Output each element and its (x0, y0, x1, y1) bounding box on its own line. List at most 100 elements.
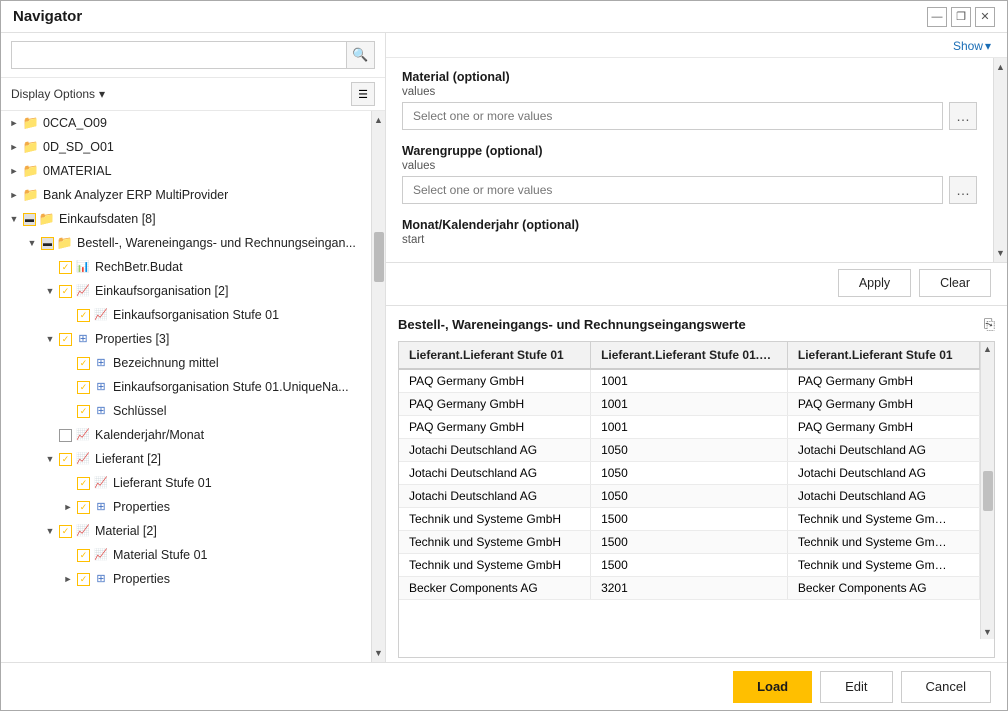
checkbox[interactable]: ✓ (59, 285, 72, 298)
checkbox[interactable]: ✓ (77, 381, 90, 394)
table-scroll-right[interactable]: ▶ (981, 657, 992, 658)
tree-item-properties_material[interactable]: ►✓⊞Properties (1, 567, 371, 591)
checkbox[interactable]: ✓ (77, 477, 90, 490)
main-content: 🔍 Display Options ▾ ☰ ►📁0CCA_O09►📁0D_SD_… (1, 33, 1007, 662)
checkbox[interactable]: ✓ (77, 405, 90, 418)
param-warengruppe-input-row: … (402, 176, 977, 204)
tree-item-bestell[interactable]: ▼▬📁Bestell-, Wareneingangs- und Rechnung… (1, 231, 371, 255)
scroll-down-btn[interactable]: ▼ (372, 644, 386, 662)
table-scroll-left[interactable]: ◀ (401, 657, 412, 658)
load-button[interactable]: Load (733, 671, 812, 703)
tree-item-einkaufsdaten[interactable]: ▼▬📁Einkaufsdaten [8] (1, 207, 371, 231)
item-icon: 📈 (93, 547, 109, 563)
item-label: Material Stufe 01 (113, 545, 208, 565)
expand-icon (61, 404, 75, 418)
settings-icon: ☰ (358, 88, 368, 101)
tree-item-einkaufsorg[interactable]: ▼✓📈Einkaufsorganisation [2] (1, 279, 371, 303)
tree-item-material_stufe01[interactable]: ✓📈Material Stufe 01 (1, 543, 371, 567)
data-table-header: Bestell-, Wareneingangs- und Rechnungsei… (398, 316, 995, 333)
display-options-label-text: Display Options (11, 87, 95, 101)
param-material-ellipsis-btn[interactable]: … (949, 102, 977, 130)
checkbox[interactable]: ✓ (59, 525, 72, 538)
tree-item-lieferant2[interactable]: ▼✓📈Lieferant [2] (1, 447, 371, 471)
cancel-button[interactable]: Cancel (901, 671, 991, 703)
params-area: Material (optional) values … Warengruppe… (386, 58, 993, 262)
table-row: Technik und Systeme GmbH1500Technik und … (399, 554, 980, 577)
table-scroll-up[interactable]: ▲ (981, 342, 994, 356)
show-button[interactable]: Show ▾ (953, 39, 991, 53)
checkbox[interactable]: ✓ (59, 453, 72, 466)
col-header-0: Lieferant.Lieferant Stufe 01 (399, 342, 591, 369)
table-scroll-area[interactable]: Lieferant.Lieferant Stufe 01Lieferant.Li… (399, 342, 994, 657)
param-material-sublabel: values (402, 86, 977, 98)
minimize-button[interactable]: — (927, 7, 947, 27)
table-right-scrollbar[interactable]: ▲ ▼ (980, 342, 994, 639)
tree-item-0CCA_O09[interactable]: ►📁0CCA_O09 (1, 111, 371, 135)
tree-item-0D_SD_O01[interactable]: ►📁0D_SD_O01 (1, 135, 371, 159)
tree-item-bezeichnung_mittel[interactable]: ✓⊞Bezeichnung mittel (1, 351, 371, 375)
table-scroll-down[interactable]: ▼ (981, 625, 994, 639)
close-button[interactable]: ✕ (975, 7, 995, 27)
tree-content[interactable]: ►📁0CCA_O09►📁0D_SD_O01►📁0MATERIAL►📁Bank A… (1, 111, 371, 662)
param-material-input[interactable] (402, 102, 943, 130)
param-warengruppe: Warengruppe (optional) values … (402, 144, 977, 204)
checkbox[interactable]: ▬ (23, 213, 36, 226)
edit-button[interactable]: Edit (820, 671, 892, 703)
params-scroll-up[interactable]: ▲ (994, 58, 1008, 76)
tree-item-schluessel[interactable]: ✓⊞Schlüssel (1, 399, 371, 423)
scroll-thumb[interactable] (374, 232, 384, 282)
item-icon: 📁 (23, 187, 39, 203)
checkbox[interactable]: ▬ (41, 237, 54, 250)
tree-item-properties3[interactable]: ▼✓⊞Properties [3] (1, 327, 371, 351)
show-chevron-icon: ▾ (985, 39, 991, 53)
search-bar: 🔍 (1, 33, 385, 78)
table-bottom-scrollbar[interactable]: ◀ ▶ (399, 657, 994, 658)
apply-button[interactable]: Apply (838, 269, 911, 297)
expand-icon (61, 380, 75, 394)
expand-icon: ▼ (7, 212, 21, 226)
checkbox[interactable] (59, 429, 72, 442)
tree-item-0MATERIAL[interactable]: ►📁0MATERIAL (1, 159, 371, 183)
tree-item-lieferant_stufe01[interactable]: ✓📈Lieferant Stufe 01 (1, 471, 371, 495)
table-scroll-thumb-v[interactable] (983, 471, 993, 511)
param-material-label: Material (optional) (402, 70, 977, 84)
checkbox[interactable]: ✓ (59, 333, 72, 346)
param-warengruppe-input[interactable] (402, 176, 943, 204)
params-scrollbar[interactable]: ▲ ▼ (993, 58, 1007, 262)
checkbox[interactable]: ✓ (77, 501, 90, 514)
checkbox[interactable]: ✓ (77, 573, 90, 586)
left-panel-scrollbar[interactable]: ▲ ▼ (371, 111, 385, 662)
left-panel-inner: ►📁0CCA_O09►📁0D_SD_O01►📁0MATERIAL►📁Bank A… (1, 111, 385, 662)
item-label: Schlüssel (113, 401, 167, 421)
checkbox[interactable]: ✓ (77, 357, 90, 370)
tree-item-einkaufsorg_stufe[interactable]: ✓📈Einkaufsorganisation Stufe 01 (1, 303, 371, 327)
checkbox[interactable]: ✓ (77, 549, 90, 562)
tree-item-material2[interactable]: ▼✓📈Material [2] (1, 519, 371, 543)
item-label: Properties (113, 497, 170, 517)
display-options-button[interactable]: Display Options ▾ (11, 87, 105, 101)
scroll-up-btn[interactable]: ▲ (372, 111, 386, 129)
tree-item-bank_analyzer[interactable]: ►📁Bank Analyzer ERP MultiProvider (1, 183, 371, 207)
params-scroll-down[interactable]: ▼ (994, 244, 1008, 262)
expand-icon: ▼ (43, 524, 57, 538)
clear-button[interactable]: Clear (919, 269, 991, 297)
item-label: Lieferant [2] (95, 449, 161, 469)
checkbox[interactable]: ✓ (59, 261, 72, 274)
restore-button[interactable]: ❐ (951, 7, 971, 27)
search-button[interactable]: 🔍 (347, 41, 375, 69)
expand-icon (61, 356, 75, 370)
tree-item-einkaufsorg_uniquena[interactable]: ✓⊞Einkaufsorganisation Stufe 01.UniqueNa… (1, 375, 371, 399)
tree-item-properties_lieferant[interactable]: ►✓⊞Properties (1, 495, 371, 519)
table-cell-6-1: 1500 (591, 508, 788, 531)
tree-item-rechbetr[interactable]: ✓📊RechBetr.Budat (1, 255, 371, 279)
expand-icon (43, 428, 57, 442)
checkbox[interactable]: ✓ (77, 309, 90, 322)
display-options-icon-btn[interactable]: ☰ (351, 82, 375, 106)
table-row: Jotachi Deutschland AG1050Jotachi Deutsc… (399, 462, 980, 485)
table-cell-9-1: 3201 (591, 577, 788, 600)
tree-item-kalenderjahr[interactable]: 📈Kalenderjahr/Monat (1, 423, 371, 447)
param-warengruppe-ellipsis-btn[interactable]: … (949, 176, 977, 204)
table-cell-0-1: 1001 (591, 369, 788, 393)
copy-icon[interactable]: ⎘ (984, 316, 995, 333)
search-input[interactable] (11, 41, 347, 69)
